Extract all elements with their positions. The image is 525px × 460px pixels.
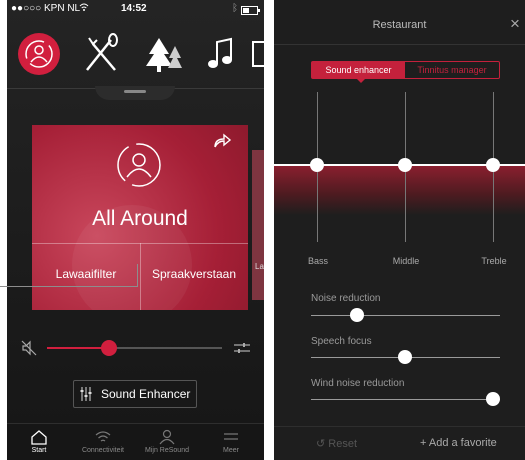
music-note-icon <box>208 37 232 68</box>
close-icon[interactable]: × <box>510 14 520 34</box>
tab-my-resound-label: Mijn ReSound <box>145 447 189 454</box>
status-bar: ●●○○○ KPN NL 14:52 ᛒ <box>7 0 264 22</box>
eq-bass-knob[interactable] <box>310 158 324 172</box>
add-favorite-button[interactable]: + Add a favorite <box>420 437 497 449</box>
program-card[interactable]: All Around Lawaaifilter Spraakverstaan <box>32 125 248 310</box>
tab-more-label: Meer <box>223 447 239 454</box>
menu-icon <box>224 433 238 440</box>
next-program-card[interactable]: Law <box>252 150 264 300</box>
eq-area-fill <box>274 165 525 215</box>
sliders-icon[interactable] <box>233 342 251 354</box>
eq-bass-label: Bass <box>307 256 328 266</box>
eq-treble-label: Treble <box>481 256 507 266</box>
wifi-icon <box>95 431 111 442</box>
program-title: All Around <box>92 207 188 230</box>
home-icon <box>31 430 47 445</box>
screen-title: Restaurant <box>372 19 427 31</box>
noise-filter-option[interactable]: Lawaaifilter <box>32 267 140 281</box>
wind-noise-label: Wind noise reduction <box>311 378 405 389</box>
drawer-handle[interactable] <box>124 90 146 93</box>
title-divider <box>274 44 525 45</box>
speaker-muted-icon[interactable] <box>20 339 38 357</box>
user-icon <box>159 429 175 445</box>
tab-more[interactable]: Meer <box>205 424 257 454</box>
tab-pointer <box>357 79 365 83</box>
speech-focus-label: Speech focus <box>311 336 372 347</box>
callout-line-vertical <box>137 264 138 287</box>
right-phone-screen: Restaurant × Sound enhancer Tinnitus man… <box>274 0 525 460</box>
callout-line <box>0 286 138 287</box>
category-outdoor[interactable] <box>141 32 185 76</box>
sound-enhancer-button[interactable]: Sound Enhancer <box>73 380 197 408</box>
noise-reduction-track[interactable] <box>311 315 500 316</box>
fork-knife-icon <box>86 33 118 71</box>
category-all-around[interactable] <box>17 32 61 76</box>
noise-reduction-knob[interactable] <box>350 308 364 322</box>
tv-icon <box>252 41 264 67</box>
tab-tinnitus-manager[interactable]: Tinnitus manager <box>405 62 499 78</box>
tree-icon <box>146 38 182 72</box>
tab-my-resound[interactable]: Mijn ReSound <box>141 424 193 454</box>
speech-focus-knob[interactable] <box>398 350 412 364</box>
category-restaurant[interactable] <box>79 32 123 76</box>
noise-reduction-label: Noise reduction <box>311 293 381 304</box>
category-tv[interactable] <box>251 32 264 76</box>
person-cycle-icon <box>18 33 60 75</box>
carrier-label: ●●○○○ KPN NL <box>11 3 81 14</box>
program-person-icon <box>117 143 161 187</box>
tab-connectivity[interactable]: Connectiviteit <box>77 424 129 454</box>
wifi-status-icon <box>79 3 89 14</box>
tab-start-label: Start <box>31 447 47 454</box>
wind-noise-knob[interactable] <box>486 392 500 406</box>
share-icon[interactable] <box>212 133 232 149</box>
reset-button[interactable]: ↺ Reset <box>316 437 357 450</box>
drawer-handle-area[interactable] <box>95 86 175 100</box>
next-card-label: Law <box>255 262 264 271</box>
volume-fill <box>47 347 108 349</box>
category-music[interactable] <box>199 32 243 76</box>
speech-option[interactable]: Spraakverstaan <box>140 267 248 281</box>
volume-knob[interactable] <box>101 340 117 356</box>
wind-noise-track[interactable] <box>311 399 500 400</box>
tab-start[interactable]: Start <box>13 424 65 454</box>
eq-treble-knob[interactable] <box>486 158 500 172</box>
footer-divider <box>274 426 525 427</box>
left-phone-screen: ●●○○○ KPN NL 14:52 ᛒ All Around Lawaaifi… <box>7 0 264 460</box>
battery-icon <box>241 6 261 18</box>
tab-connectivity-label: Connectiviteit <box>81 447 125 454</box>
eq-middle-knob[interactable] <box>398 158 412 172</box>
tab-sound-enhancer[interactable]: Sound enhancer <box>312 62 405 78</box>
reset-label: Reset <box>328 438 358 450</box>
eq-middle-label: Middle <box>392 256 420 266</box>
clock-label: 14:52 <box>121 3 147 14</box>
tab-bar: Start Connectiviteit Mijn ReSound Meer <box>7 423 264 460</box>
bluetooth-icon: ᛒ <box>232 3 238 14</box>
equalizer-icon <box>80 387 92 401</box>
reset-icon: ↺ <box>316 438 326 450</box>
sound-enhancer-label: Sound Enhancer <box>101 387 191 401</box>
mode-tabs: Sound enhancer Tinnitus manager <box>311 61 500 79</box>
